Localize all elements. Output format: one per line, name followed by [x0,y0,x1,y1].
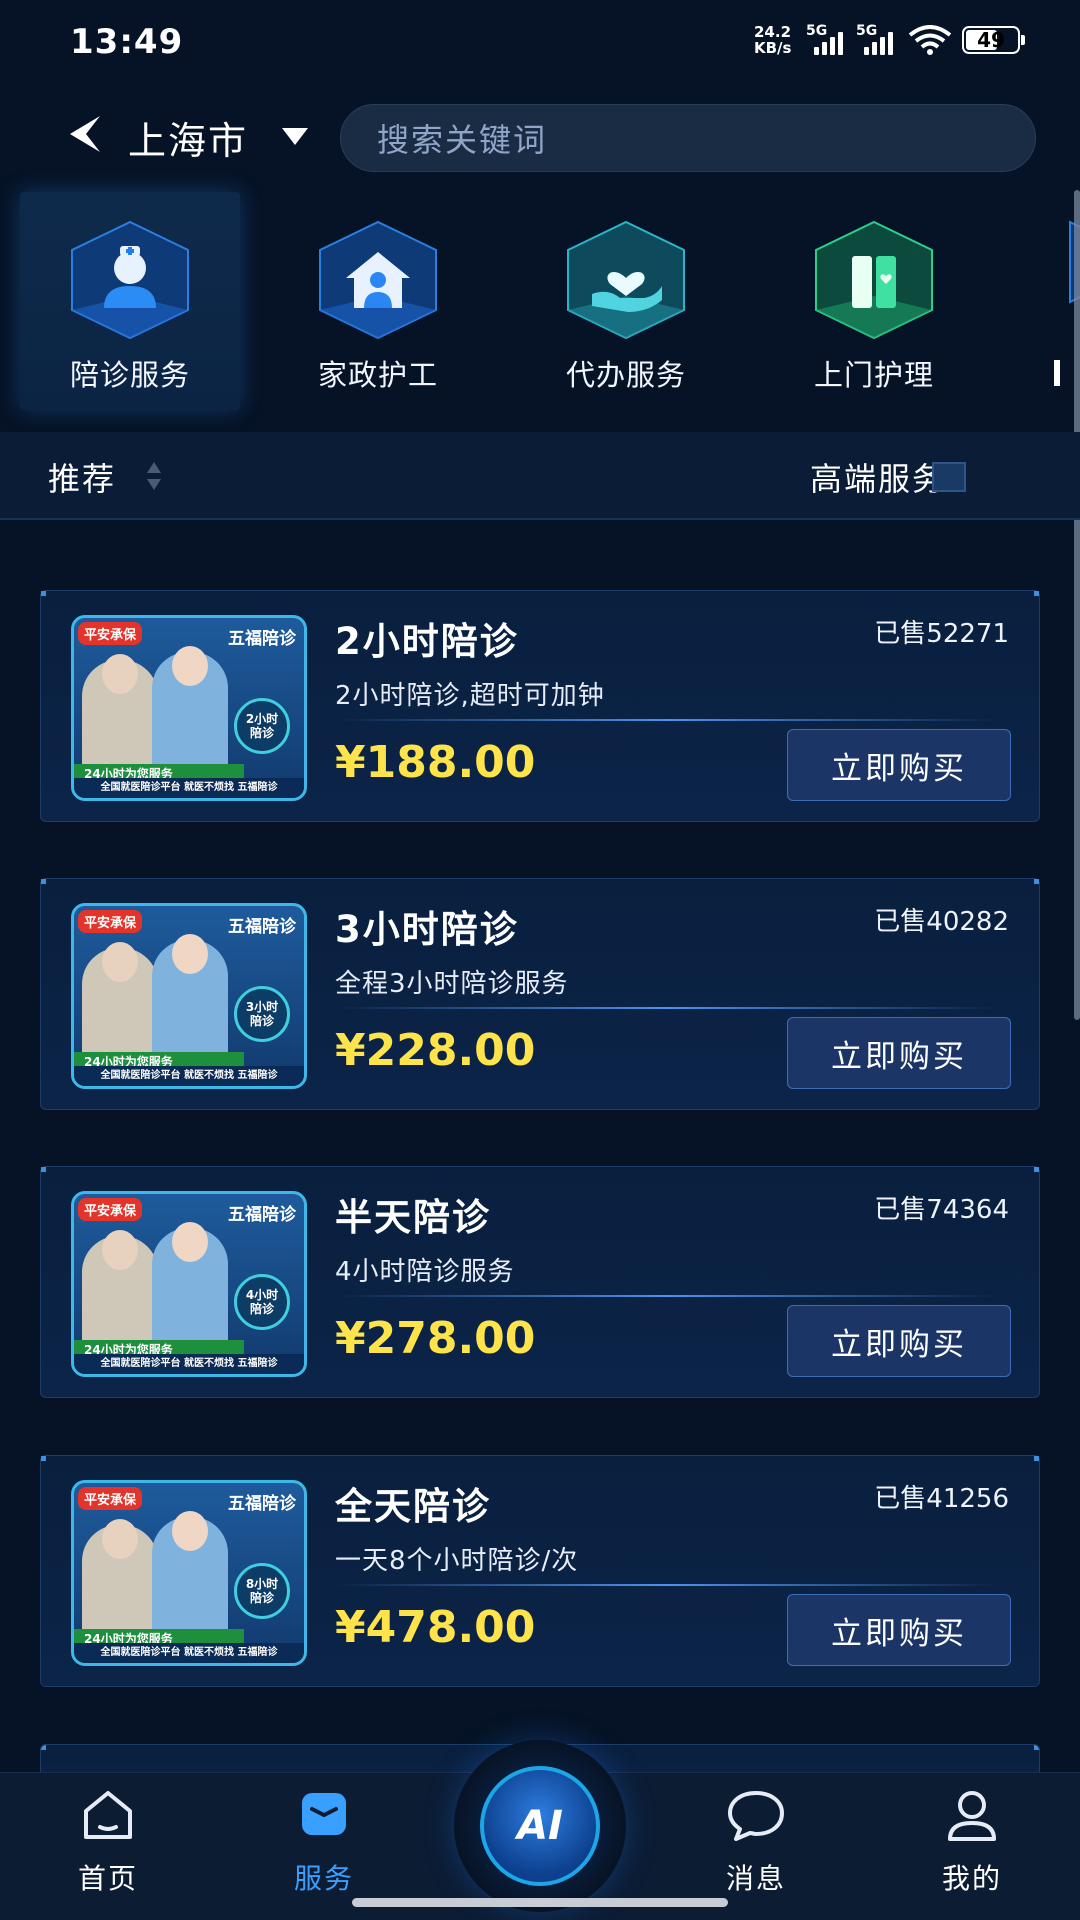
chat-bubble-icon [728,1791,784,1841]
product-price: ¥188.00 [335,737,536,788]
product-description: 2小时陪诊,超时可加钟 [335,681,605,711]
brand-logo: 五福陪诊 [228,629,296,649]
product-card[interactable]: 平安承保 五福陪诊 8小时陪诊 24小时为您服务 全国就医陪诊平台 就医不烦找 五福陪诊… [40,1455,1040,1687]
elder-figure [82,942,158,1060]
caret-down-icon[interactable] [282,128,308,145]
duration-badge: 2小时陪诊 [234,698,290,754]
product-title: 全天陪诊 [335,1485,491,1528]
battery-icon: 49 [962,26,1025,54]
nurse-figure [152,1511,228,1637]
search-placeholder: 搜索关键词 [377,121,548,159]
divider [335,1007,999,1009]
nurse-figure [152,1222,228,1348]
ai-label: AI [480,1766,600,1886]
premium-service-label: 高端服务 [809,460,946,498]
elder-figure [82,1230,158,1348]
door-heart-icon [815,220,933,340]
product-title: 半天陪诊 [335,1196,491,1239]
user-icon [948,1791,996,1841]
net-speed: 24.2 KB/s [754,23,792,57]
search-input[interactable]: 搜索关键词 [340,104,1036,172]
sold-count: 已售40282 [874,907,1009,937]
status-icons: 24.2 KB/s 5G 5G 49 [754,23,1025,57]
sold-count: 已售41256 [874,1484,1009,1514]
image-footer: 全国就医陪诊平台 就医不烦找 五福陪诊 [74,1354,304,1374]
category-housekeeping[interactable]: 家政护工 [268,192,488,410]
sold-count: 已售74364 [874,1195,1009,1225]
insurance-tag: 平安承保 [78,1198,143,1221]
bookmark-icon [302,1793,346,1835]
image-footer: 全国就医陪诊平台 就医不烦找 五福陪诊 [74,778,304,798]
status-bar: 13:49 24.2 KB/s 5G 5G 49 [0,0,1080,90]
category-row: 陪诊服务 家政护工 代办服务 上门护理 [0,192,1080,412]
brand-logo: 五福陪诊 [228,1494,296,1514]
buy-now-button[interactable]: 立即购买 [787,1594,1011,1666]
house-person-icon [319,220,437,340]
buy-now-button[interactable]: 立即购买 [787,1017,1011,1089]
category-escort[interactable]: 陪诊服务 [20,192,240,410]
tab-messages[interactable]: 消息 [686,1773,826,1895]
scrollbar[interactable] [1074,190,1080,1020]
product-card[interactable]: 平安承保 五福陪诊 3小时陪诊 24小时为您服务 全国就医陪诊平台 就医不烦找 五福陪诊… [40,878,1040,1110]
header: 上海市 搜索关键词 [0,100,1080,180]
product-card[interactable]: 平安承保 五福陪诊 2小时陪诊 24小时为您服务 全国就医陪诊平台 就医不烦找 五福陪诊… [40,590,1040,822]
hand-heart-icon [567,220,685,340]
product-title: 3小时陪诊 [335,908,519,951]
signal-icon: 5G [856,23,898,55]
elder-figure [82,1519,158,1637]
insurance-tag: 平安承保 [78,622,143,645]
elder-figure [82,654,158,772]
clock: 13:49 [70,22,184,62]
home-icon [84,1791,132,1839]
product-image[interactable]: 平安承保 五福陪诊 3小时陪诊 24小时为您服务 全国就医陪诊平台 就医不烦找 五福陪诊 [71,903,307,1089]
category-home-care[interactable]: 上门护理 [764,192,984,410]
product-title: 2小时陪诊 [335,620,519,663]
sold-count: 已售52271 [874,619,1009,649]
product-price: ¥228.00 [335,1025,536,1076]
nurse-figure [152,646,228,772]
brand-logo: 五福陪诊 [228,1205,296,1225]
product-price: ¥278.00 [335,1313,536,1364]
category-agency[interactable]: 代办服务 [516,192,736,410]
product-image[interactable]: 平安承保 五福陪诊 8小时陪诊 24小时为您服务 全国就医陪诊平台 就医不烦找 五福陪诊 [71,1480,307,1666]
duration-badge: 3小时陪诊 [234,986,290,1042]
sort-arrows-icon[interactable] [146,460,162,492]
duration-badge: 8小时陪诊 [234,1563,290,1619]
product-description: 4小时陪诊服务 [335,1257,515,1287]
signal-icon: 5G [806,23,848,55]
home-indicator[interactable] [352,1898,728,1907]
product-price: ¥478.00 [335,1602,536,1653]
premium-service-checkbox[interactable] [932,462,966,492]
product-image[interactable]: 平安承保 五福陪诊 2小时陪诊 24小时为您服务 全国就医陪诊平台 就医不烦找 五福陪诊 [71,615,307,801]
divider [335,719,999,721]
divider [335,1295,999,1297]
tab-mine[interactable]: 我的 [902,1773,1042,1895]
insurance-tag: 平安承保 [78,1487,143,1510]
tab-home[interactable]: 首页 [38,1773,178,1895]
divider [335,1584,999,1586]
buy-now-button[interactable]: 立即购买 [787,729,1011,801]
ai-assistant-button[interactable]: AI [454,1740,626,1912]
duration-badge: 4小时陪诊 [234,1274,290,1330]
nurse-figure [152,934,228,1060]
wifi-icon [908,25,952,55]
image-footer: 全国就医陪诊平台 就医不烦找 五福陪诊 [74,1066,304,1086]
product-image[interactable]: 平安承保 五福陪诊 4小时陪诊 24小时为您服务 全国就医陪诊平台 就医不烦找 五福陪诊 [71,1191,307,1377]
product-description: 全程3小时陪诊服务 [335,969,569,999]
brand-logo: 五福陪诊 [228,917,296,937]
product-description: 一天8个小时陪诊/次 [335,1546,579,1576]
sort-recommend[interactable]: 推荐 [48,454,116,500]
tab-service[interactable]: 服务 [254,1773,394,1895]
image-footer: 全国就医陪诊平台 就医不烦找 五福陪诊 [74,1643,304,1663]
product-card[interactable]: 平安承保 五福陪诊 4小时陪诊 24小时为您服务 全国就医陪诊平台 就医不烦找 五福陪诊… [40,1166,1040,1398]
nurse-icon [71,220,189,340]
insurance-tag: 平安承保 [78,910,143,933]
buy-now-button[interactable]: 立即购买 [787,1305,1011,1377]
back-arrow-icon[interactable] [62,110,112,160]
filter-bar: 推荐 高端服务 [0,432,1080,520]
city-selector[interactable]: 上海市 [128,110,248,165]
